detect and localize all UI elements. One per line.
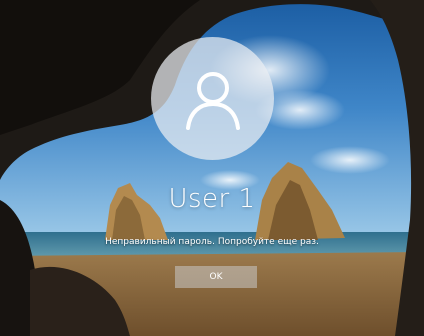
- user-avatar: [151, 37, 274, 160]
- error-message: Неправильный пароль. Попробуйте еще раз.: [105, 237, 319, 247]
- user-name: User 1: [168, 184, 256, 214]
- user-silhouette-icon: [185, 71, 240, 130]
- ok-button[interactable]: OK: [175, 266, 257, 288]
